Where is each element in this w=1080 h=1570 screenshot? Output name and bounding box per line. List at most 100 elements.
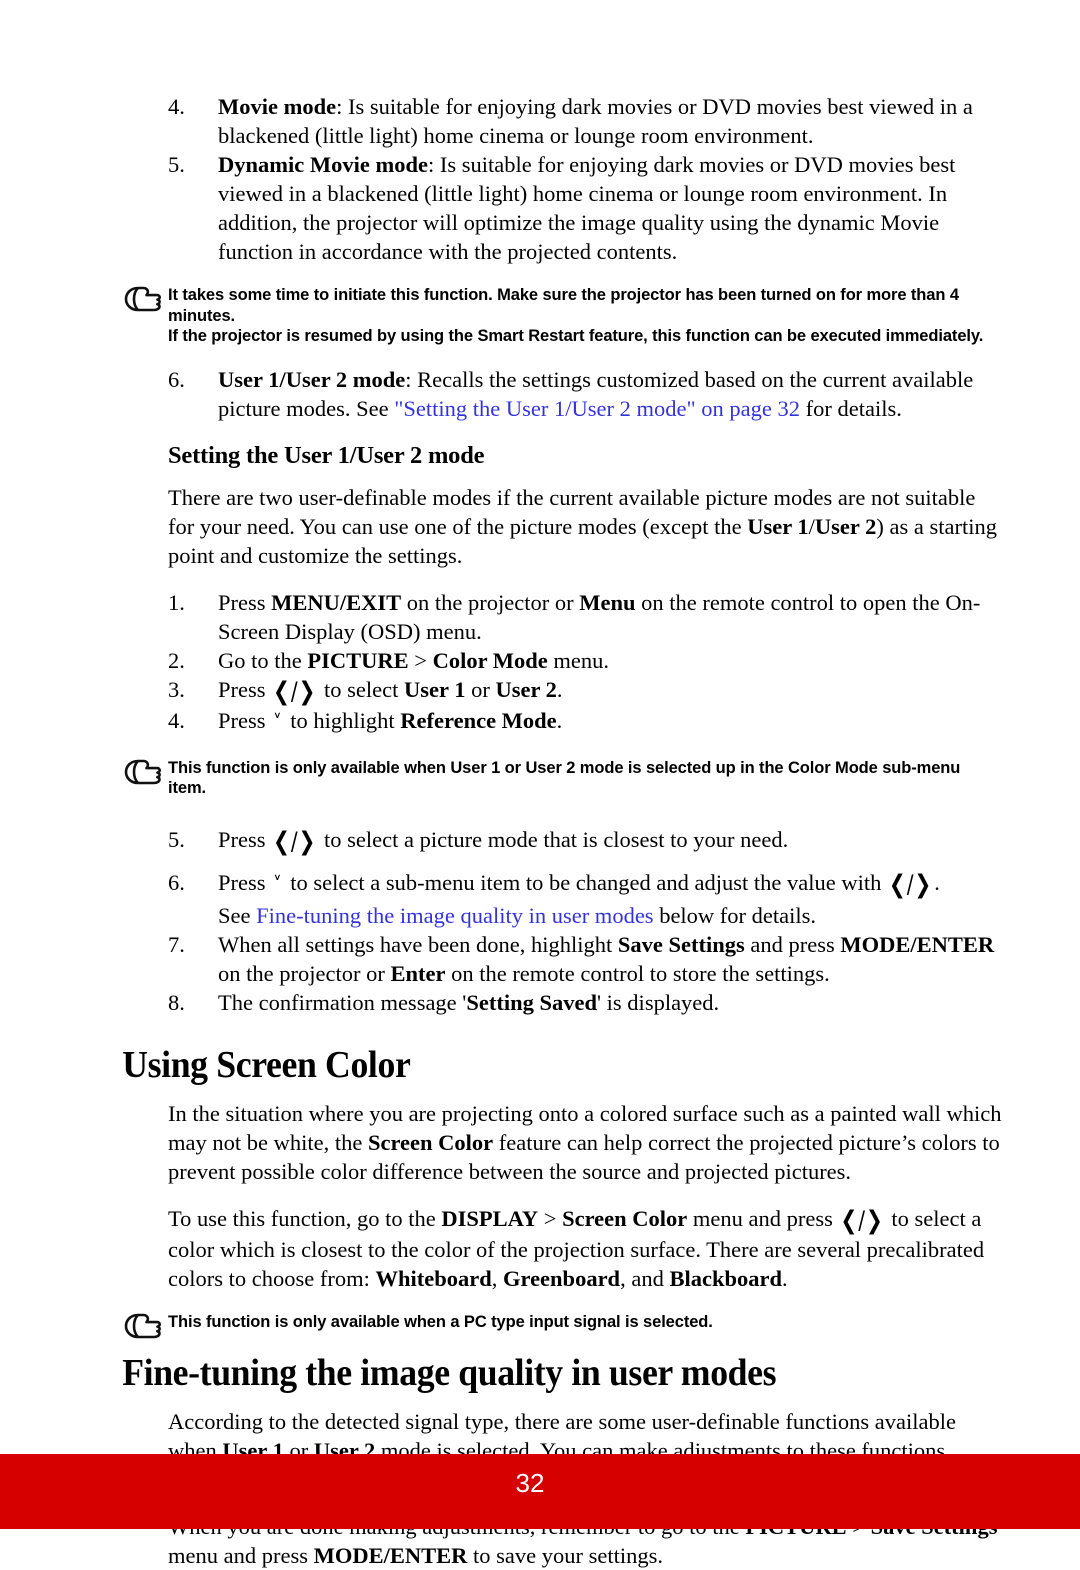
step-text: Go to the PICTURE > Color Mode menu. [218, 646, 1000, 675]
feature-label: Screen Color [367, 1129, 494, 1155]
note-line: This function is only available when a P… [168, 1312, 713, 1331]
key-label: Enter [390, 960, 446, 986]
step-text-c: menu. [547, 647, 610, 673]
section-heading-fine-tuning: Fine-tuning the image quality in user mo… [122, 1351, 777, 1394]
paragraph-screen-color-2: To use this function, go to the DISPLAY … [0, 1204, 1080, 1293]
step-item-3: 3. Press ❮/❯ to select User 1 or User 2. [0, 675, 1080, 706]
step-text-a: Go to the [218, 647, 308, 673]
bold-term: Movie mode [218, 94, 337, 119]
document-page: 4. Movie mode: Is suitable for enjoying … [0, 0, 1080, 1568]
step-item-7: 7. When all settings have been done, hig… [0, 930, 1080, 988]
step-text-b: to highlight [284, 707, 401, 733]
bold-term: User 2 [814, 513, 877, 539]
paragraph-text-tail: to save your settings. [467, 1542, 663, 1568]
list-text-tail: for details. [800, 395, 902, 421]
step-text-b: ' is displayed. [597, 989, 720, 1015]
page-footer: 32 [0, 1454, 1080, 1529]
paragraph-user-modes-intro: There are two user-definable modes if th… [0, 483, 1080, 570]
step-text-b: to select a picture mode that is closest… [318, 826, 789, 852]
page-number: 32 [515, 1468, 545, 1498]
list-number: 4. [168, 94, 185, 119]
step-text: When all settings have been done, highli… [218, 930, 1000, 988]
step-item-1: 1. Press MENU/EXIT on the projector or M… [0, 588, 1080, 646]
list-text: Dynamic Movie mode: Is suitable for enjo… [218, 150, 1000, 266]
step-text: Press ❮/❯ to select User 1 or User 2. [218, 675, 1000, 706]
down-arrow-key-icon: ˅ [273, 872, 283, 898]
step-text-d: . [556, 676, 563, 702]
key-label: MODE/ENTER [313, 1542, 468, 1568]
step-text: Press ˅ to select a sub-menu item to be … [218, 868, 1000, 930]
step-text-b: to select a sub-menu item to be changed … [284, 869, 887, 895]
step-item-6: 6. Press ˅ to select a sub-menu item to … [0, 868, 1080, 930]
pointing-hand-icon [124, 1311, 168, 1339]
menu-label: PICTURE [307, 647, 409, 673]
key-label: MODE/ENTER [840, 931, 995, 957]
step-number: 4. [168, 707, 185, 733]
step-text: Press MENU/EXIT on the projector or Menu… [218, 588, 1000, 646]
note-text: This function is only available when a P… [168, 1311, 1000, 1333]
paragraph-text-b: menu and press [168, 1542, 314, 1568]
step-text-a: Press [218, 707, 272, 733]
bold-term: Dynamic Movie mode [218, 152, 428, 177]
pointing-hand-icon [124, 757, 168, 785]
note-line: It takes some time to initiate this func… [168, 286, 959, 325]
note-text: It takes some time to initiate this func… [168, 284, 1000, 347]
left-right-arrow-key-icon: ❮/❯ [273, 675, 317, 706]
cross-reference-link[interactable]: "Setting the User 1/User 2 mode" on page… [394, 396, 800, 421]
list-number: 6. [168, 366, 185, 392]
section-heading-using-screen-color: Using Screen Color [122, 1043, 411, 1086]
bold-term: User 1 [747, 513, 809, 539]
separator: or [465, 676, 496, 702]
list-text: User 1/User 2 mode: Recalls the settings… [218, 365, 1000, 423]
step-text-a: Press [218, 826, 272, 852]
page-content: 4. Movie mode: Is suitable for enjoying … [0, 0, 1080, 1570]
step-item-8: 8. The confirmation message 'Setting Sav… [0, 988, 1080, 1017]
step-number: 8. [168, 989, 185, 1015]
key-label: Menu [579, 589, 636, 615]
step-number: 1. [168, 589, 185, 615]
paragraph-text: To use this function, go to the [168, 1205, 442, 1231]
note-block: This function is only available when a P… [0, 1311, 1080, 1339]
menu-label: Save Settings [617, 931, 745, 957]
menu-label: Reference Mode [400, 707, 557, 733]
down-arrow-key-icon: ˅ [273, 710, 283, 736]
list-number: 5. [168, 152, 185, 177]
option-label: Blackboard [669, 1265, 782, 1291]
menu-label: Color Mode [432, 647, 548, 673]
note-line: This function is only available when Use… [168, 758, 961, 798]
step-text: Press ❮/❯ to select a picture mode that … [218, 825, 1000, 856]
step-item-2: 2. Go to the PICTURE > Color Mode menu. [0, 646, 1080, 675]
note-text: This function is only available when Use… [168, 757, 1000, 799]
step-text-a: The confirmation message ' [218, 989, 467, 1015]
bold-term: User 1/User 2 mode [218, 366, 406, 392]
cross-reference-link[interactable]: Fine-tuning the image quality in user mo… [256, 903, 653, 928]
step-text-a: Press [218, 589, 272, 615]
separator: > [408, 647, 433, 673]
option-label: User 1 [404, 676, 466, 702]
list-item: 4. Movie mode: Is suitable for enjoying … [0, 92, 1080, 150]
step-number: 7. [168, 931, 185, 957]
menu-label: Screen Color [562, 1205, 688, 1231]
separator: > [538, 1205, 563, 1231]
option-label: User 2 [495, 676, 557, 702]
note-line: If the projector is resumed by using the… [168, 327, 984, 345]
see-also-suffix: below for details. [653, 902, 817, 928]
step-number: 5. [168, 826, 185, 852]
list-item: 6. User 1/User 2 mode: Recalls the setti… [0, 365, 1080, 423]
paragraph-text-tail: . [781, 1265, 788, 1291]
step-text-a: When all settings have been done, highli… [218, 931, 618, 957]
see-also-prefix: See [218, 902, 257, 928]
separator: , and [620, 1265, 670, 1291]
step-text-b: and press [744, 931, 841, 957]
step-text: The confirmation message 'Setting Saved'… [218, 988, 1000, 1017]
step-text-b: on the projector or [401, 589, 580, 615]
step-number: 6. [168, 869, 185, 895]
step-number: 3. [168, 676, 185, 702]
step-text-c: . [934, 869, 940, 895]
note-block: This function is only available when Use… [0, 757, 1080, 799]
menu-label: DISPLAY [441, 1205, 539, 1231]
list-item: 5. Dynamic Movie mode: Is suitable for e… [0, 150, 1080, 266]
left-right-arrow-key-icon: ❮/❯ [840, 1204, 884, 1235]
paragraph-screen-color-1: In the situation where you are projectin… [0, 1099, 1080, 1186]
step-text-b: to select [318, 676, 405, 702]
